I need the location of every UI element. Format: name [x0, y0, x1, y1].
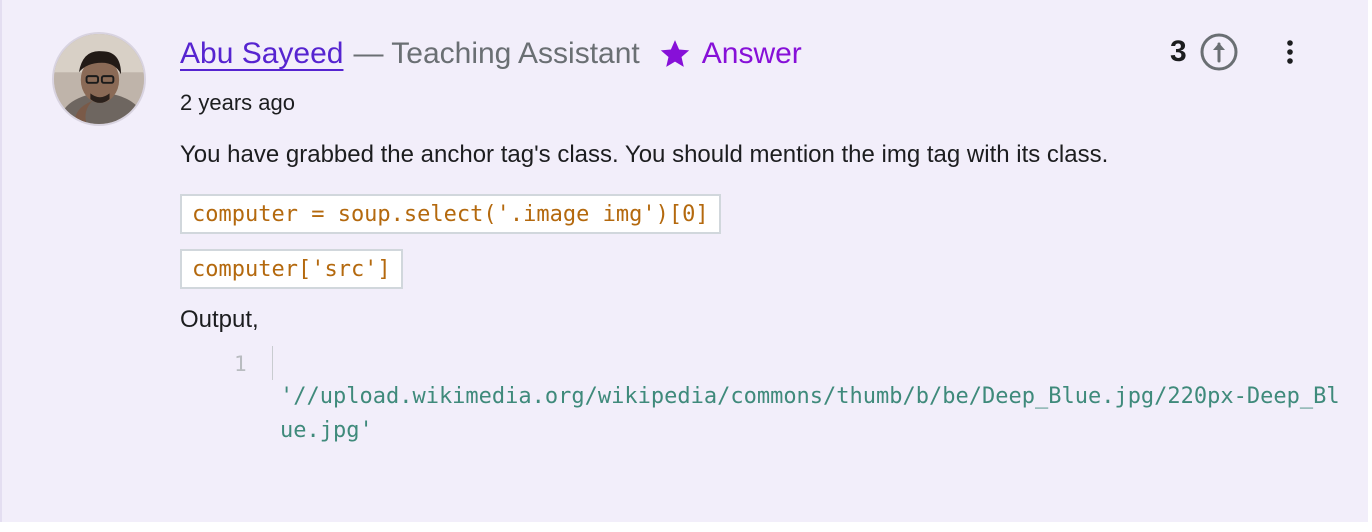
author-link[interactable]: Abu Sayeed — [180, 37, 343, 71]
post-timestamp: 2 years ago — [180, 90, 295, 115]
answer-badge: Answer — [701, 37, 802, 70]
star-icon — [660, 40, 689, 67]
inline-code: computer = soup.select('.image img')[0] — [180, 194, 721, 234]
avatar[interactable] — [52, 32, 146, 126]
arrow-up-circle-icon[interactable] — [1199, 32, 1239, 72]
code-block: 1 '//upload.wikimedia.org/wikipedia/comm… — [180, 344, 1350, 454]
post-body: You have grabbed the anchor tag's class.… — [180, 141, 1109, 168]
post-header: Abu Sayeed — Teaching Assistant Answer — [180, 34, 802, 74]
more-vertical-icon[interactable] — [1274, 36, 1306, 68]
vote-count: 3 — [1170, 35, 1187, 68]
vote-widget: 3 — [1170, 32, 1239, 72]
output-label: Output, — [180, 306, 259, 333]
avatar-image — [54, 34, 144, 124]
answer-card: Abu Sayeed — Teaching Assistant Answer 2… — [0, 0, 1368, 522]
inline-code: computer['src'] — [180, 249, 403, 289]
gutter-divider — [272, 346, 273, 380]
code-output: '//upload.wikimedia.org/wikipedia/common… — [280, 384, 1340, 443]
line-number: 1 — [234, 352, 247, 376]
author-role: — Teaching Assistant — [353, 37, 640, 70]
